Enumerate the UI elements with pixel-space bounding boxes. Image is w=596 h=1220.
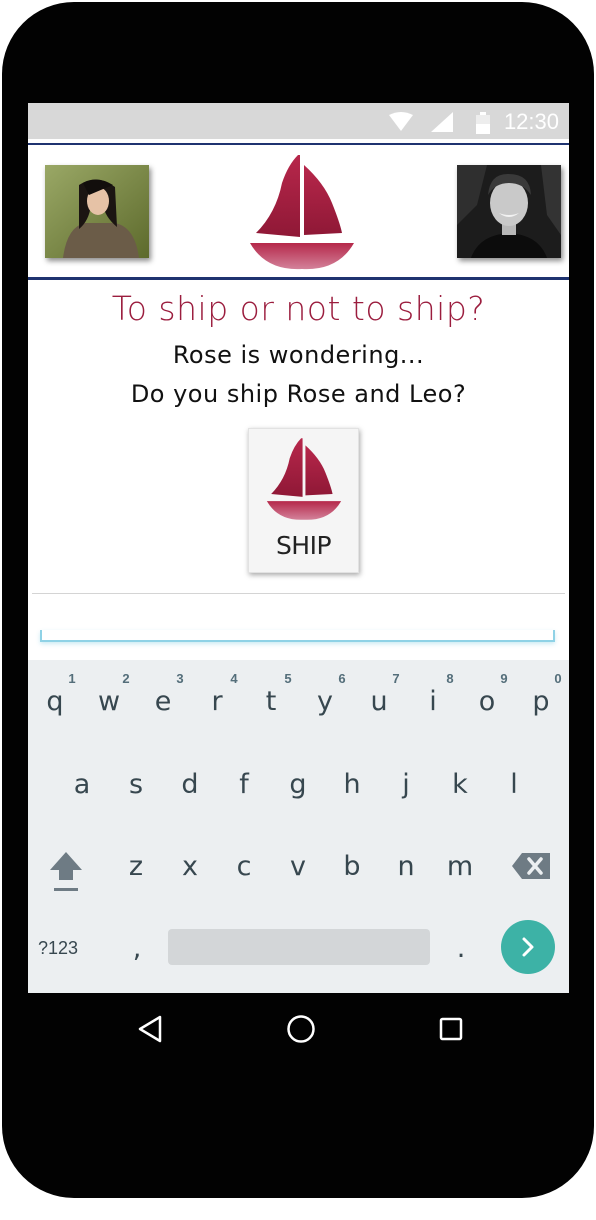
- ship-button-label: SHIP: [275, 531, 332, 560]
- key-t[interactable]: t: [244, 685, 298, 719]
- key-n[interactable]: n: [379, 850, 433, 884]
- enter-button[interactable]: [501, 920, 555, 974]
- key-r[interactable]: r: [190, 685, 244, 719]
- wifi-icon: [389, 112, 413, 131]
- key-w[interactable]: w: [82, 685, 136, 719]
- key-o[interactable]: o: [460, 685, 514, 719]
- key-x[interactable]: x: [163, 850, 217, 884]
- key-hint: 6: [338, 671, 346, 686]
- enter-arrow-icon: [522, 937, 534, 957]
- key-hint: 2: [122, 671, 130, 686]
- key-b[interactable]: b: [325, 850, 379, 884]
- key-l[interactable]: l: [487, 768, 541, 802]
- key-j[interactable]: j: [379, 768, 433, 802]
- key-m[interactable]: m: [433, 850, 487, 884]
- recents-nav-icon[interactable]: [439, 1017, 463, 1041]
- back-nav-icon[interactable]: [137, 1015, 163, 1043]
- backspace-icon[interactable]: [512, 853, 550, 879]
- symbols-key[interactable]: ?123: [38, 938, 78, 959]
- key-hint: 8: [446, 671, 454, 686]
- key-z[interactable]: z: [109, 850, 163, 884]
- key-period[interactable]: .: [434, 932, 488, 966]
- divider: [32, 593, 565, 594]
- ship-button[interactable]: SHIP: [248, 428, 359, 573]
- key-v[interactable]: v: [271, 850, 325, 884]
- key-k[interactable]: k: [433, 768, 487, 802]
- key-c[interactable]: c: [217, 850, 271, 884]
- avatar-leo[interactable]: [457, 165, 561, 258]
- sailboat-icon: [266, 438, 342, 520]
- signal-icon: [431, 112, 453, 132]
- key-s[interactable]: s: [109, 768, 163, 802]
- key-y[interactable]: y: [298, 685, 352, 719]
- soft-keyboard: 1 q 2 w 3 e 4 r 5 t 6 y 7 u 8 i 9 o 0 p …: [28, 660, 569, 993]
- key-f[interactable]: f: [217, 768, 271, 802]
- home-nav-icon[interactable]: [286, 1014, 316, 1044]
- ship-prompt-text: Do you ship Rose and Leo?: [130, 380, 467, 408]
- ship-header: [28, 143, 569, 280]
- key-comma[interactable]: ,: [110, 932, 164, 966]
- key-d[interactable]: d: [163, 768, 217, 802]
- key-h[interactable]: h: [325, 768, 379, 802]
- avatar-rose[interactable]: [45, 165, 149, 258]
- key-e[interactable]: e: [136, 685, 190, 719]
- key-hint: 1: [68, 671, 76, 686]
- wondering-text: Rose is wondering...: [172, 341, 425, 369]
- battery-icon: [476, 112, 490, 134]
- key-a[interactable]: a: [55, 768, 109, 802]
- key-hint: 5: [284, 671, 292, 686]
- nav-bar: [28, 993, 569, 1063]
- app-screen: 12:30 To ship or not to ship? Rose is wo…: [28, 103, 569, 993]
- key-hint: 0: [554, 671, 562, 686]
- shift-icon[interactable]: [48, 850, 84, 894]
- key-hint: 9: [500, 671, 508, 686]
- text-input[interactable]: [40, 630, 555, 642]
- key-hint: 3: [176, 671, 184, 686]
- key-hint: 7: [392, 671, 400, 686]
- question-title: To ship or not to ship?: [111, 289, 486, 328]
- key-q[interactable]: q: [28, 685, 82, 719]
- status-bar: 12:30: [28, 103, 569, 139]
- key-hint: 4: [230, 671, 238, 686]
- key-g[interactable]: g: [271, 768, 325, 802]
- key-p[interactable]: p: [514, 685, 568, 719]
- key-i[interactable]: i: [406, 685, 460, 719]
- status-time: 12:30: [503, 109, 559, 134]
- spacebar[interactable]: [168, 929, 430, 965]
- sailboat-icon: [250, 155, 354, 270]
- key-u[interactable]: u: [352, 685, 406, 719]
